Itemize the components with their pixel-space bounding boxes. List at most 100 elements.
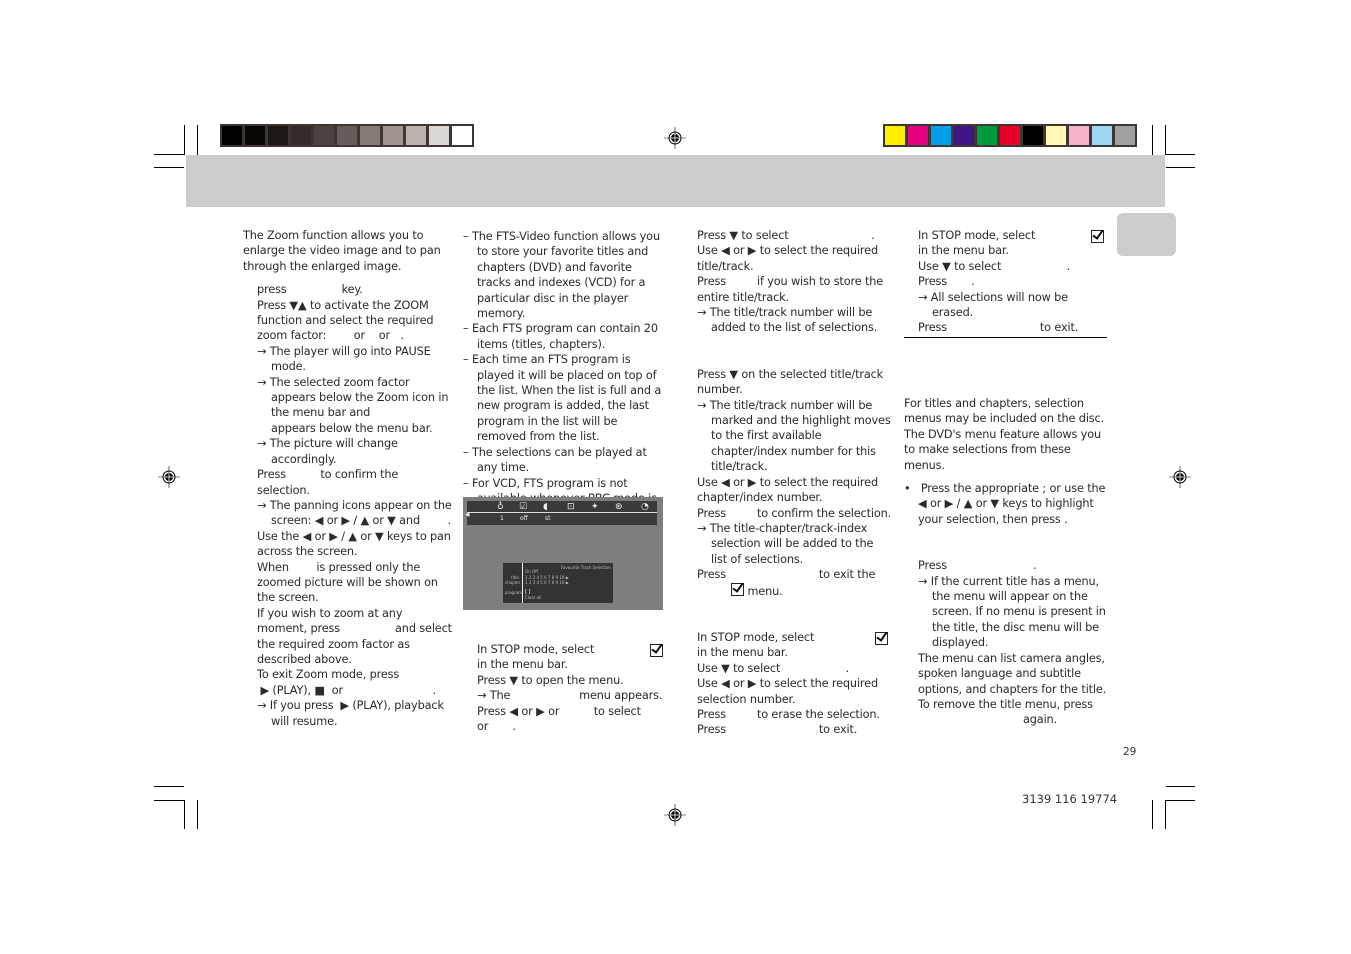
registration-mark-icon [1169, 466, 1191, 488]
line-text: In STOP mode, select [477, 643, 595, 656]
line-text: Use the ◀ or ▶ / ▲ or ▼ keys to pan acro… [257, 529, 455, 559]
text-line: Use ▼ to select . [918, 259, 1108, 274]
line-text: menu. [747, 584, 783, 598]
process-color-bar [883, 124, 1137, 147]
color-swatch [429, 126, 449, 145]
line-text: Press ◀ or ▶ or to select [477, 704, 641, 718]
text-line: ▶ (PLAY), ■ or . [243, 683, 453, 698]
menu-value: 1 [500, 515, 504, 522]
color-swatch [931, 126, 951, 145]
text-line: → The player will go into PAUSE mode. [243, 344, 453, 375]
line-text: → The title-chapter/track-index selectio… [697, 521, 877, 566]
fts-screen-illustration: ◂ ♁ ☑ ◖ ⊡ ✦ ⊛ ◔ 1 off st Favourite Track… [463, 497, 663, 610]
line-text: → The title/track number will be marked … [697, 398, 895, 474]
column-zoom: The Zoom function allows you to enlarge … [243, 228, 453, 729]
text-line: → If the current title has a menu, the m… [918, 574, 1109, 651]
line-text: → The selected zoom factor appears below… [257, 375, 452, 420]
part-number: 3139 116 19774 [1022, 792, 1118, 806]
line-text: Press . [918, 559, 1037, 573]
line-text: When is pressed only the zoomed picture … [257, 560, 442, 605]
text-line: In STOP mode, select [918, 228, 1108, 243]
registration-mark-icon [664, 804, 686, 826]
color-swatch [291, 126, 311, 145]
angle-icon: ✦ [591, 502, 599, 512]
menu-value: st [545, 515, 551, 522]
line-text: → The player will go into PAUSE mode. [257, 344, 435, 374]
text-line: appears below the menu bar. [243, 421, 453, 436]
text-line: → The menu appears. [477, 688, 667, 703]
page-number: 29 [1123, 746, 1137, 758]
color-swatch [452, 126, 472, 145]
line-text: Press to erase the selection. [697, 707, 880, 721]
text-line: The menu can list camera angles, spoken … [918, 651, 1109, 697]
text-line: Press to exit. [697, 722, 892, 737]
text-line: Press . [918, 558, 1109, 573]
bullet-text: The selections can be played at any time… [471, 445, 647, 475]
fts-chapter-label: chapter [505, 580, 521, 585]
line-text: Use ▼ to select . [697, 661, 850, 675]
line-text: or . [477, 720, 516, 734]
color-swatch [1115, 126, 1135, 145]
speaker-icon: ◖ [543, 502, 548, 512]
bullet-text: The FTS-Video function allows you to sto… [471, 230, 660, 321]
crop-mark [1165, 125, 1166, 155]
color-swatch [1023, 126, 1043, 145]
line-text: Use ◀ or ▶ to select the required select… [697, 677, 882, 706]
line-text: The menu can list camera angles, spoken … [918, 651, 1109, 696]
fts-bullets: – The FTS-Video function allows you to s… [463, 229, 668, 522]
text-line: In STOP mode, select [477, 642, 667, 657]
line-text: → The picture will change accordingly. [257, 437, 402, 466]
line-text: Use ◀ or ▶ to select the required title/… [697, 244, 882, 273]
fts-open-steps: In STOP mode, select in the menu bar. Pres… [477, 642, 667, 734]
text-line: menu. [697, 582, 892, 599]
crop-mark [154, 800, 184, 801]
column-fts-store: Press ▼ to select . Use ◀ or ▶ to select … [697, 228, 892, 738]
color-swatch [1069, 126, 1089, 145]
line-text: → The panning icons appear on the screen… [257, 498, 456, 528]
text-line: Press ▼ to open the menu. [477, 673, 667, 688]
text-line: Press ▼ to select . [697, 228, 892, 243]
bullet-text: Each FTS program can contain 20 items (t… [471, 322, 658, 351]
zoom-steps: press key. Press ▼▲ to activate the ZOOM … [243, 282, 453, 729]
arrow-left-icon: ◂ [465, 510, 470, 520]
color-swatch [977, 126, 997, 145]
color-swatch [1000, 126, 1020, 145]
fts-on-off: On Off [525, 569, 538, 574]
fts-bullet: – Each FTS program can contain 20 items … [463, 322, 658, 351]
text-line: Press to exit. [918, 320, 1108, 335]
text-line: press key. [243, 282, 453, 297]
text-line: Use ◀ or ▶ to select the required title/… [697, 243, 892, 274]
color-swatch [268, 126, 288, 145]
line-text: Use ▼ to select . [918, 259, 1071, 273]
line-text: → The menu appears. [477, 689, 663, 703]
line-text: Press to confirm the selection. [697, 506, 892, 520]
text-line: → The panning icons appear on the screen… [243, 498, 453, 529]
line-text: In STOP mode, select [697, 630, 815, 644]
line-text: To exit Zoom mode, press [257, 668, 400, 682]
fts-bullet: – The FTS-Video function allows you to s… [463, 230, 660, 321]
color-swatch [954, 126, 974, 145]
text-line: Press to exit the [697, 567, 892, 582]
crop-mark [1152, 800, 1153, 829]
text-line: → The title/track number will be marked … [697, 398, 892, 475]
text-line: Use ▼ to select . [697, 661, 892, 676]
line-text: In STOP mode, select [918, 229, 1036, 242]
text-line: Press ◀ or ▶ or to select [477, 704, 667, 719]
crop-mark [197, 800, 198, 829]
crop-mark [154, 154, 184, 155]
fts-bullet: – The selections can be played at any ti… [463, 445, 647, 475]
text-line: To exit Zoom mode, press [243, 667, 453, 682]
text-line: Press ▼▲ to activate the ZOOM function a… [243, 298, 453, 344]
language-tab [1117, 213, 1176, 256]
fts-program-label: program [505, 590, 523, 595]
menu-bar: ◂ ♁ ☑ ◖ ⊡ ✦ ⊛ ◔ 1 off st [465, 501, 657, 525]
text-line: → If you press ▶ (PLAY), playback will r… [243, 698, 453, 729]
color-swatch [1092, 126, 1112, 145]
crop-mark [184, 125, 185, 155]
registration-mark-icon [664, 127, 686, 149]
line-text: again. [1023, 713, 1058, 727]
line-text: appears below the menu bar. [271, 421, 433, 435]
text-line: → All selections will now be erased. [918, 290, 1108, 321]
text-line: Use the ◀ or ▶ / ▲ or ▼ keys to pan acro… [243, 529, 453, 560]
color-swatch [406, 126, 426, 145]
